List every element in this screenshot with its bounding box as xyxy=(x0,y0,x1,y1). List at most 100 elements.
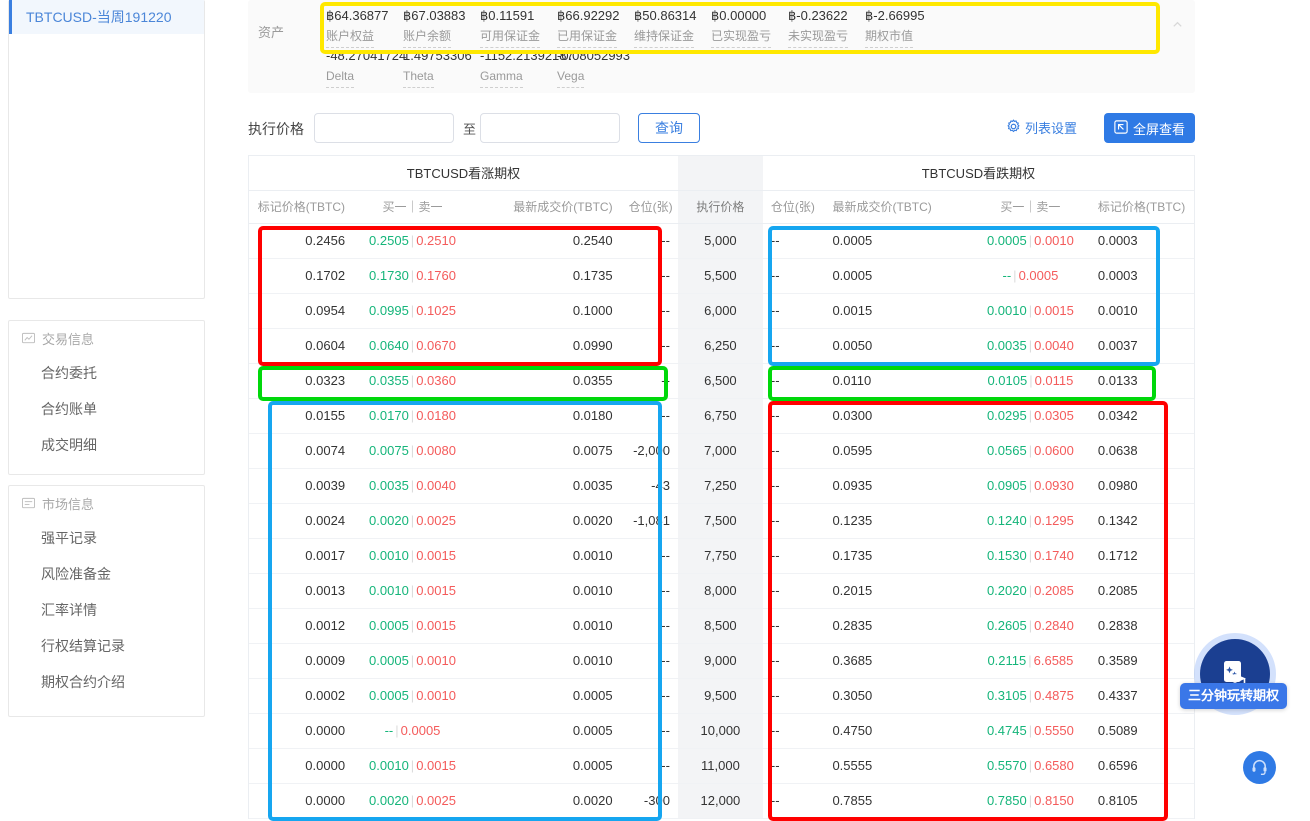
put-bid-ask[interactable]: 0.2020 | 0.2085 xyxy=(970,573,1090,609)
put-last-price[interactable]: 0.0005 xyxy=(824,223,971,259)
call-bid-ask[interactable]: 0.0075 | 0.0080 xyxy=(353,433,472,469)
call-last-price[interactable]: 0.0020 xyxy=(471,503,621,539)
call-bid-ask[interactable]: 0.0035 | 0.0040 xyxy=(353,468,472,504)
call-position[interactable]: -- xyxy=(620,398,678,434)
call-last-price[interactable]: 0.0010 xyxy=(471,643,621,679)
strike-price[interactable]: 6,250 xyxy=(677,328,763,364)
strike-price[interactable]: 7,000 xyxy=(677,433,763,469)
strike-price[interactable]: 11,000 xyxy=(677,748,763,784)
sidebar-item-contract-orders[interactable]: 合约委托 xyxy=(9,355,204,391)
put-bid-ask[interactable]: 0.5570 | 0.6580 xyxy=(970,748,1090,784)
put-last-price[interactable]: 0.0015 xyxy=(824,293,971,329)
strike-price[interactable]: 7,250 xyxy=(677,468,763,504)
sidebar-item-risk-reserve[interactable]: 风险准备金 xyxy=(9,556,204,592)
sidebar-item-option-intro[interactable]: 期权合约介绍 xyxy=(9,664,204,700)
strike-price[interactable]: 9,000 xyxy=(677,643,763,679)
put-mark-price[interactable]: 0.4337 xyxy=(1089,678,1194,714)
put-mark-price[interactable]: 0.0342 xyxy=(1089,398,1194,434)
call-mark-price[interactable]: 0.0604 xyxy=(249,328,354,364)
put-bid-ask[interactable]: 0.0010 | 0.0015 xyxy=(970,293,1090,329)
put-position[interactable]: -- xyxy=(762,503,825,539)
strike-price[interactable]: 6,000 xyxy=(677,293,763,329)
strike-price[interactable]: 5,000 xyxy=(677,223,763,259)
put-bid-ask[interactable]: 0.0035 | 0.0040 xyxy=(970,328,1090,364)
call-bid-ask[interactable]: 0.0005 | 0.0015 xyxy=(353,608,472,644)
call-position[interactable]: -- xyxy=(620,538,678,574)
strike-to-input[interactable] xyxy=(480,113,620,143)
put-position[interactable]: -- xyxy=(762,713,825,749)
call-position[interactable]: -- xyxy=(620,328,678,364)
call-position[interactable]: -- xyxy=(620,223,678,259)
table-row[interactable]: 0.0604 0.0640 | 0.0670 0.0990 -- 6,250 -- 0.0050… xyxy=(249,328,1194,364)
call-bid-ask[interactable]: 0.0005 | 0.0010 xyxy=(353,678,472,714)
put-last-price[interactable]: 0.5555 xyxy=(824,748,971,784)
call-mark-price[interactable]: 0.0000 xyxy=(249,748,354,784)
call-position[interactable]: -- xyxy=(620,258,678,294)
call-last-price[interactable]: 0.0005 xyxy=(471,748,621,784)
table-row[interactable]: 0.0013 0.0010 | 0.0015 0.0010 -- 8,000 -- 0.2015… xyxy=(249,573,1194,609)
th-call-last[interactable]: 最新成交价(TBTC) xyxy=(471,190,621,224)
call-position[interactable]: -- xyxy=(620,608,678,644)
call-last-price[interactable]: 0.0020 xyxy=(471,783,621,819)
call-bid-ask[interactable]: 0.0640 | 0.0670 xyxy=(353,328,472,364)
put-bid-ask[interactable]: 0.2115 | 6.6585 xyxy=(970,643,1090,679)
put-mark-price[interactable]: 0.0010 xyxy=(1089,293,1194,329)
table-row[interactable]: 0.0017 0.0010 | 0.0015 0.0010 -- 7,750 -- 0.1735… xyxy=(249,538,1194,574)
sidebar-item-exercise-settlement[interactable]: 行权结算记录 xyxy=(9,628,204,664)
call-position[interactable]: -- xyxy=(620,363,678,399)
put-bid-ask[interactable]: 0.0105 | 0.0115 xyxy=(970,363,1090,399)
call-position[interactable]: -- xyxy=(620,748,678,784)
strike-price[interactable]: 8,500 xyxy=(677,608,763,644)
call-last-price[interactable]: 0.0005 xyxy=(471,678,621,714)
strike-price[interactable]: 6,500 xyxy=(677,363,763,399)
call-position[interactable]: -- xyxy=(620,678,678,714)
put-mark-price[interactable]: 0.8105 xyxy=(1089,783,1194,819)
call-mark-price[interactable]: 0.0000 xyxy=(249,713,354,749)
call-position[interactable]: -- xyxy=(620,573,678,609)
put-bid-ask[interactable]: 0.2605 | 0.2840 xyxy=(970,608,1090,644)
put-position[interactable]: -- xyxy=(762,328,825,364)
put-bid-ask[interactable]: 0.7850 | 0.8150 xyxy=(970,783,1090,819)
put-mark-price[interactable]: 0.3589 xyxy=(1089,643,1194,679)
call-last-price[interactable]: 0.2540 xyxy=(471,223,621,259)
call-last-price[interactable]: 0.0005 xyxy=(471,713,621,749)
put-bid-ask[interactable]: 0.1530 | 0.1740 xyxy=(970,538,1090,574)
call-mark-price[interactable]: 0.0074 xyxy=(249,433,354,469)
option-tutorial-tooltip[interactable]: 三分钟玩转期权 xyxy=(1180,683,1288,709)
table-row[interactable]: 0.0074 0.0075 | 0.0080 0.0075 -2,000 7,000 -- 0.… xyxy=(249,433,1194,469)
customer-service-button[interactable] xyxy=(1243,751,1276,784)
table-row[interactable]: 0.0000 -- | 0.0005 0.0005 -- 10,000 -- 0.4750 0.4… xyxy=(249,713,1194,749)
call-mark-price[interactable]: 0.0323 xyxy=(249,363,354,399)
table-row[interactable]: 0.0323 0.0355 | 0.0360 0.0355 -- 6,500 -- 0.0110… xyxy=(249,363,1194,399)
strike-price[interactable]: 7,500 xyxy=(677,503,763,539)
th-call-mark[interactable]: 标记价格(TBTC) xyxy=(249,190,354,224)
put-mark-price[interactable]: 0.2085 xyxy=(1089,573,1194,609)
sidebar-item-liquidation-records[interactable]: 强平记录 xyxy=(9,520,204,556)
put-last-price[interactable]: 0.0005 xyxy=(824,258,971,294)
call-mark-price[interactable]: 0.0000 xyxy=(249,783,354,819)
put-bid-ask[interactable]: -- | 0.0005 xyxy=(970,258,1090,294)
call-position[interactable]: -2,000 xyxy=(620,433,678,469)
call-last-price[interactable]: 0.1000 xyxy=(471,293,621,329)
put-position[interactable]: -- xyxy=(762,678,825,714)
call-bid-ask[interactable]: 0.0170 | 0.0180 xyxy=(353,398,472,434)
strike-price[interactable]: 12,000 xyxy=(677,783,763,819)
call-last-price[interactable]: 0.0075 xyxy=(471,433,621,469)
table-row[interactable]: 0.0009 0.0005 | 0.0010 0.0010 -- 9,000 -- 0.3685… xyxy=(249,643,1194,679)
put-bid-ask[interactable]: 0.0005 | 0.0010 xyxy=(970,223,1090,259)
put-mark-price[interactable]: 0.0638 xyxy=(1089,433,1194,469)
fullscreen-view-button[interactable]: 全屏查看 xyxy=(1103,113,1195,143)
th-put-bidask[interactable]: 买一｜卖一 xyxy=(970,190,1090,224)
put-mark-price[interactable]: 0.5089 xyxy=(1089,713,1194,749)
put-position[interactable]: -- xyxy=(762,223,825,259)
call-position[interactable]: -- xyxy=(620,643,678,679)
sidebar-item-trade-details[interactable]: 成交明细 xyxy=(9,427,204,463)
call-bid-ask[interactable]: -- | 0.0005 xyxy=(353,713,472,749)
put-last-price[interactable]: 0.4750 xyxy=(824,713,971,749)
strike-price[interactable]: 7,750 xyxy=(677,538,763,574)
th-strike[interactable]: 执行价格 xyxy=(677,190,763,224)
put-position[interactable]: -- xyxy=(762,433,825,469)
put-position[interactable]: -- xyxy=(762,783,825,819)
table-row[interactable]: 0.0002 0.0005 | 0.0010 0.0005 -- 9,500 -- 0.3050… xyxy=(249,678,1194,714)
call-bid-ask[interactable]: 0.0020 | 0.0025 xyxy=(353,783,472,819)
